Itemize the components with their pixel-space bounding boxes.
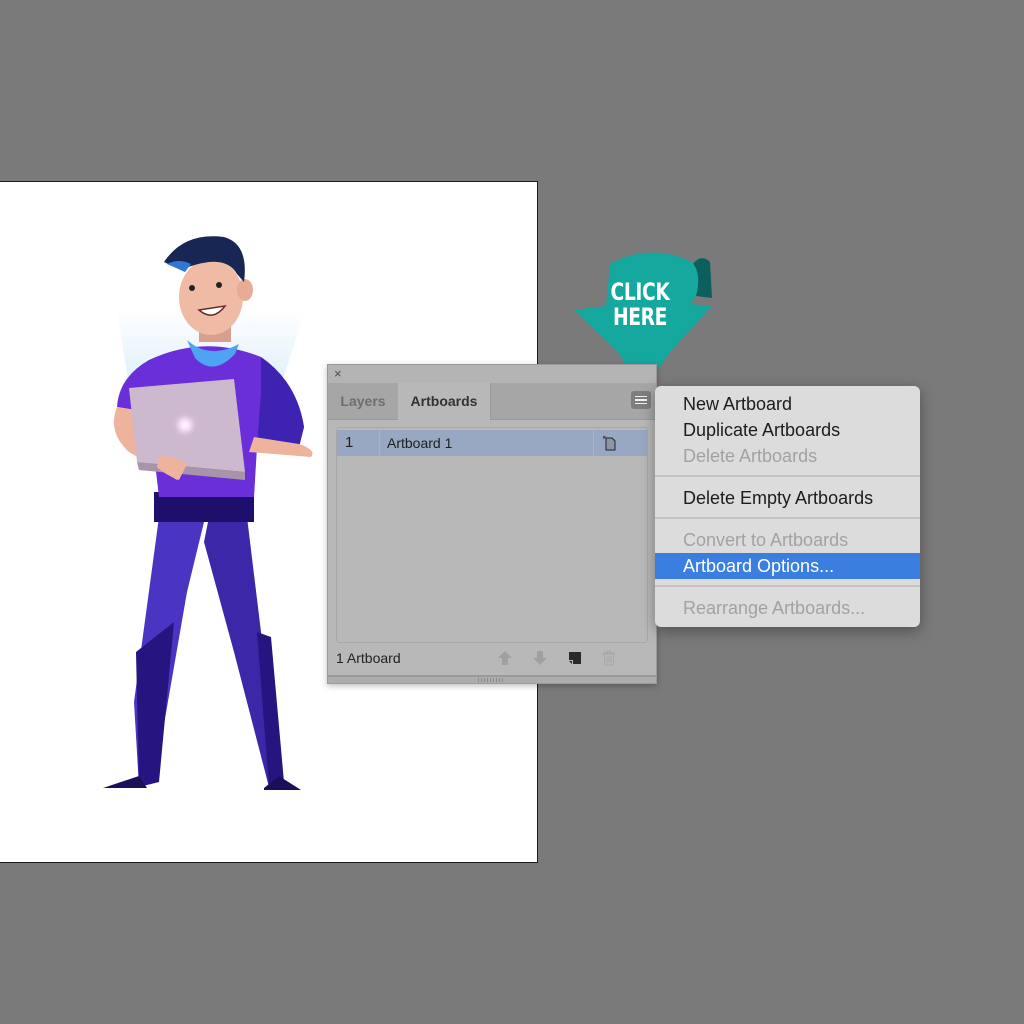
menu-line: [635, 399, 647, 401]
menu-separator: [655, 475, 920, 477]
menu-line: [635, 402, 647, 405]
artboard-row[interactable]: 1 Artboard 1: [337, 430, 647, 456]
arrow-down-icon[interactable]: [531, 649, 549, 667]
menu-line: [635, 395, 647, 398]
menu-item-rearrange-artboards: Rearrange Artboards...: [683, 598, 866, 618]
click-here-line1: CLICK: [610, 278, 670, 306]
artboard-number: 1: [345, 434, 354, 451]
new-artboard-icon[interactable]: [566, 649, 584, 667]
menu-item-delete-empty-artboards[interactable]: Delete Empty Artboards: [655, 485, 920, 511]
laptop-logo-glow: [171, 411, 199, 439]
menu-item-artboard-options[interactable]: Artboard Options...: [655, 553, 920, 579]
eye-right: [216, 282, 222, 288]
artboard-count: 1 Artboard: [336, 650, 401, 666]
eye-left: [189, 285, 195, 291]
tab-artboards[interactable]: Artboards: [398, 383, 491, 420]
tab-layers[interactable]: Layers: [328, 383, 399, 419]
artboard-list: 1 Artboard 1: [336, 427, 648, 643]
click-here-label: CLICK HERE: [609, 280, 671, 330]
artboard-name[interactable]: Artboard 1: [387, 430, 452, 456]
panel-titlebar[interactable]: ×: [328, 365, 656, 383]
row-divider: [593, 430, 594, 456]
menu-item-duplicate-artboards[interactable]: Duplicate Artboards: [655, 417, 920, 443]
menu-item-delete-artboards: Delete Artboards: [683, 446, 818, 466]
close-icon[interactable]: ×: [334, 367, 342, 381]
ear: [237, 279, 253, 301]
arrow-up-icon[interactable]: [496, 649, 514, 667]
artboard-page-icon[interactable]: [603, 435, 617, 451]
hamburger-menu-icon[interactable]: [631, 391, 651, 409]
menu-item-new-artboard[interactable]: New Artboard: [655, 391, 920, 417]
menu-separator: [655, 585, 920, 587]
menu-item-convert-to-artboards: Convert to Artboards: [683, 530, 849, 550]
hair-highlight: [167, 261, 191, 272]
menu-separator: [655, 517, 920, 519]
head: [179, 259, 243, 335]
panel-flyout-menu: New Artboard Duplicate Artboards Delete …: [655, 386, 920, 627]
panel-tabbar: Layers Artboards: [328, 383, 656, 420]
row-divider: [379, 430, 380, 456]
panel-resize-handle[interactable]: [328, 675, 656, 683]
click-here-line2: HERE: [612, 303, 668, 331]
trash-icon[interactable]: [600, 649, 618, 667]
artboards-panel: × Layers Artboards 1 Artboard 1 1 Artboa…: [327, 364, 657, 684]
resize-grip-icon: [478, 678, 504, 682]
